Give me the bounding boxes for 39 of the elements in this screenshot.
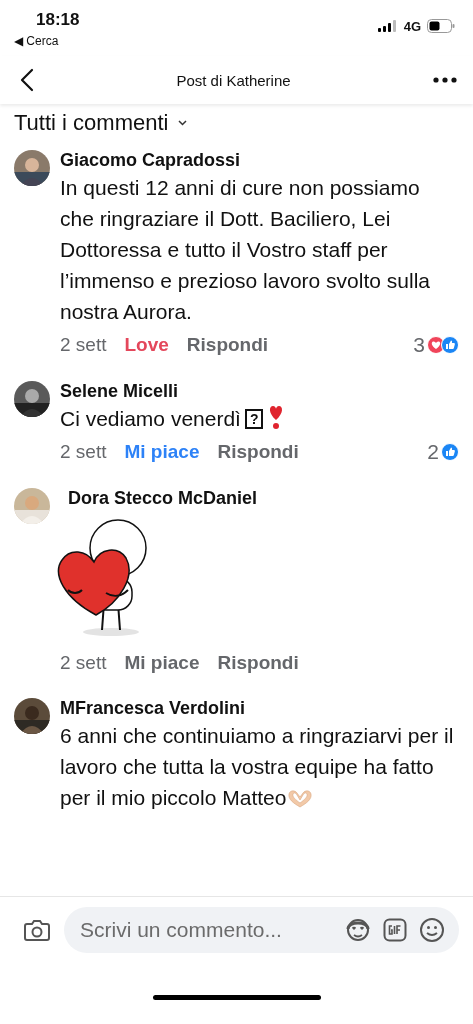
status-time: 18:18 — [36, 10, 80, 30]
more-icon[interactable] — [433, 77, 457, 83]
thumbs-up-icon — [441, 443, 459, 461]
comment-author[interactable]: Selene Micelli — [60, 379, 459, 403]
heart-hands-icon — [287, 789, 314, 809]
network-type: 4G — [403, 18, 421, 34]
camera-icon[interactable] — [24, 919, 50, 941]
comment-author[interactable]: Dora Stecco McDaniel — [68, 486, 459, 510]
signal-icon — [377, 20, 398, 32]
reply-button[interactable]: Rispondi — [186, 334, 269, 356]
reply-button[interactable]: Rispondi — [217, 652, 299, 674]
comment-text: 6 anni che continuiamo a ringraziarvi per il lavoro che tutta la vostra equipe ha fatto per il mio piccolo Matteo — [60, 723, 455, 811]
thumbs-up-icon — [441, 336, 459, 354]
reaction-count[interactable]: 2 — [427, 440, 439, 464]
chevron-down-icon[interactable] — [178, 120, 188, 126]
heart-exclamation-icon — [268, 404, 285, 430]
comment-field[interactable]: Scrivi un commento... — [64, 907, 459, 953]
back-icon[interactable] — [20, 68, 34, 92]
comment-filter-title[interactable]: Tutti i commenti — [14, 110, 169, 136]
reaction-button[interactable]: Love — [124, 334, 169, 356]
back-to-search-link[interactable]: ◀ Cerca — [14, 34, 80, 48]
comment-text: In questi 12 anni di cure non possiamo che ringraziare il Dott. Baciliero, Lei Dottoressa e tutto il Vostro staff per l’immenso e prezioso lavoro svolto sulla nostra Aurora. — [60, 175, 431, 325]
comment-time: 2 sett — [60, 334, 107, 356]
gif-icon[interactable] — [383, 918, 407, 942]
comment-author[interactable]: MFrancesca Verdolini — [60, 696, 459, 720]
reaction-button[interactable]: Mi piace — [124, 441, 200, 463]
missing-glyph: ? — [244, 409, 264, 429]
comment-time: 2 sett — [60, 652, 107, 674]
comment-text: Ci vediamo venerdì ? — [60, 403, 459, 434]
battery-icon — [427, 19, 455, 33]
reaction-button[interactable]: Mi piace — [124, 652, 200, 674]
emoji-icon[interactable] — [419, 917, 445, 943]
comment-author[interactable]: Giacomo Capradossi — [60, 148, 459, 172]
comment-input-field[interactable]: Scrivi un commento... — [78, 917, 333, 943]
reaction-count[interactable]: 3 — [413, 333, 425, 357]
reply-button[interactable]: Rispondi — [217, 441, 299, 463]
avatar-sticker-icon[interactable] — [345, 917, 371, 943]
comment-time: 2 sett — [60, 441, 107, 463]
nav-title: Post di Katherine — [176, 71, 291, 89]
